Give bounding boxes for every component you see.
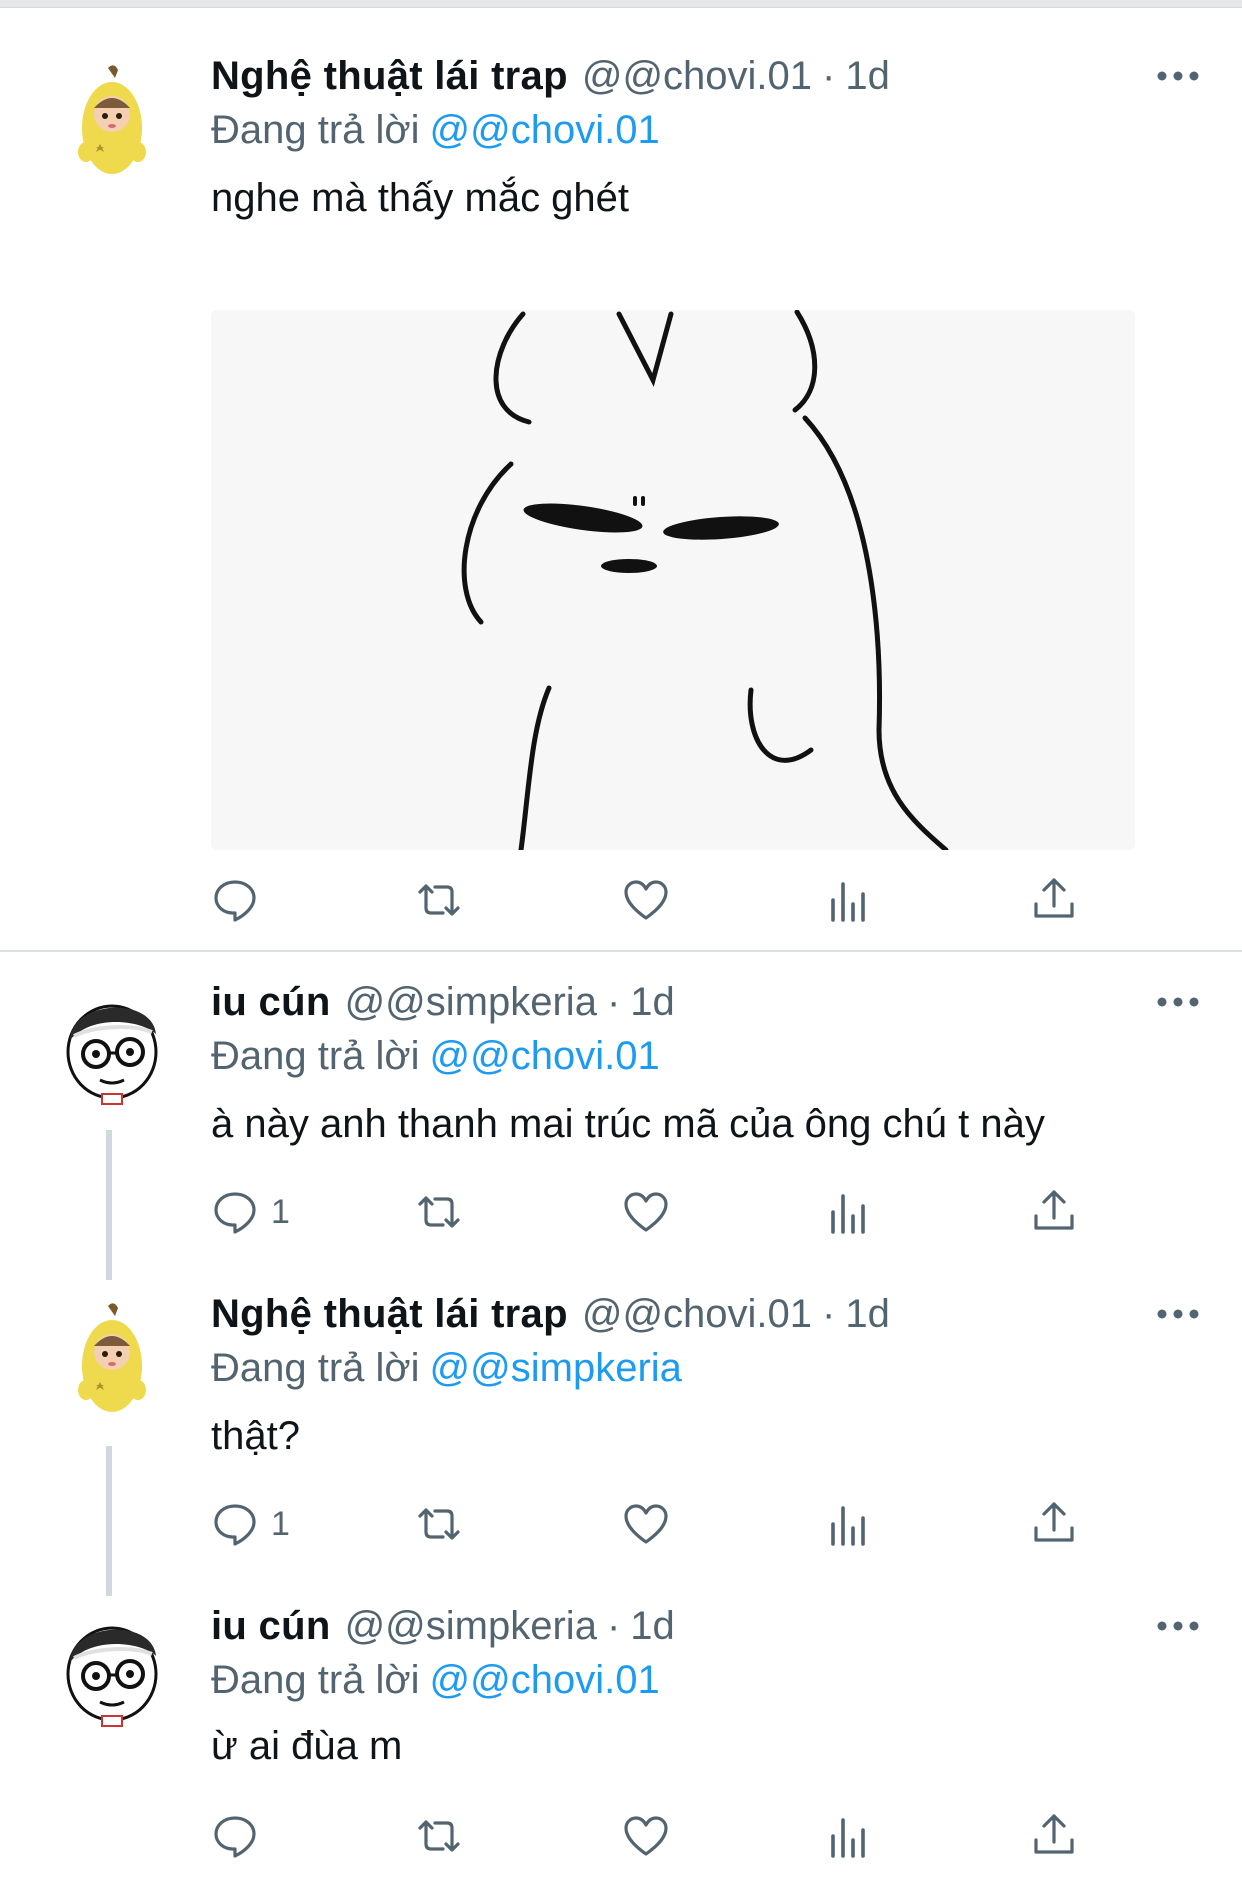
tweet-actions (211, 872, 1111, 928)
tweet-header: Nghệ thuật lái trap @@chovi.01 · 1d (211, 1290, 890, 1338)
user-handle[interactable]: @@simpkeria (345, 980, 597, 1024)
retweet-button[interactable] (415, 1496, 463, 1552)
tweet-text: thật? (211, 1414, 300, 1458)
timestamp[interactable]: 1d (630, 1604, 675, 1648)
replying-to-label: Đang trả lời (211, 1346, 420, 1390)
heart-icon (624, 1816, 668, 1856)
tweet-actions: 1 (211, 1184, 1111, 1240)
mention-link[interactable]: @@chovi.01 (430, 108, 660, 152)
reply-button[interactable]: 1 (211, 1184, 290, 1240)
views-button[interactable] (825, 872, 873, 928)
user-handle[interactable]: @@chovi.01 (582, 54, 812, 98)
heart-icon (624, 1192, 668, 1232)
banana-avatar[interactable] (62, 62, 162, 180)
mention-link[interactable]: @@chovi.01 (430, 1658, 660, 1702)
reply-button[interactable]: 1 (211, 1496, 290, 1552)
thread-connector (106, 1130, 112, 1280)
display-name[interactable]: Nghệ thuật lái trap (211, 54, 568, 98)
tweet-text: à này anh thanh mai trúc mã của ông chú … (211, 1102, 1045, 1146)
like-button[interactable] (622, 1496, 670, 1552)
replying-to-label: Đang trả lời (211, 1034, 420, 1078)
separator-dot: · (822, 1292, 836, 1336)
thread-connector (106, 1446, 112, 1596)
tweet-text: nghe mà thấy mắc ghét (211, 176, 630, 220)
share-button[interactable] (1030, 1808, 1078, 1864)
reply-count: 1 (271, 1192, 290, 1231)
replying-to-label: Đang trả lời (211, 108, 420, 152)
retweet-button[interactable] (415, 1184, 463, 1240)
boy-glasses-avatar[interactable] (62, 990, 162, 1108)
share-button[interactable] (1030, 1496, 1078, 1552)
more-icon[interactable] (1156, 1616, 1200, 1636)
retweet-icon (418, 884, 460, 916)
tweet-header: iu cún @@simpkeria · 1d (211, 978, 675, 1026)
retweet-icon (418, 1196, 460, 1228)
reply-icon (214, 1192, 256, 1234)
display-name[interactable]: iu cún (211, 980, 331, 1024)
boy-glasses-avatar[interactable] (62, 1612, 162, 1730)
share-icon (1034, 1190, 1074, 1230)
tweet-actions (211, 1808, 1111, 1864)
banana-avatar[interactable] (62, 1300, 162, 1418)
share-icon (1034, 1502, 1074, 1542)
reply-icon (214, 880, 256, 922)
share-button[interactable] (1030, 1184, 1078, 1240)
views-icon (831, 1194, 865, 1234)
views-button[interactable] (825, 1496, 873, 1552)
user-handle[interactable]: @@chovi.01 (582, 1292, 812, 1336)
views-icon (831, 882, 865, 922)
user-handle[interactable]: @@simpkeria (345, 1604, 597, 1648)
views-icon (831, 1506, 865, 1546)
reply-icon (214, 1504, 256, 1546)
separator-dot: · (606, 1604, 621, 1648)
replying-to: Đang trả lời @@chovi.01 (211, 106, 660, 154)
replying-to-label: Đang trả lời (211, 1658, 420, 1702)
timestamp[interactable]: 1d (630, 980, 675, 1024)
mention-link[interactable]: @@chovi.01 (430, 1034, 660, 1078)
reply-button[interactable] (211, 1808, 271, 1864)
replying-to: Đang trả lời @@chovi.01 (211, 1032, 660, 1080)
tweet-actions: 1 (211, 1496, 1111, 1552)
tweet-text: ừ ai đùa m (211, 1724, 403, 1768)
retweet-icon (418, 1820, 460, 1852)
reply-icon (214, 1816, 256, 1858)
tweet-header: iu cún @@simpkeria · 1d (211, 1602, 675, 1650)
replying-to: Đang trả lời @@simpkeria (211, 1344, 682, 1392)
share-button[interactable] (1030, 872, 1078, 928)
more-icon[interactable] (1156, 1304, 1200, 1324)
heart-icon (624, 880, 668, 920)
cartoon-bunny-image (461, 310, 949, 850)
separator-dot: · (822, 54, 836, 98)
share-icon (1034, 878, 1074, 918)
timestamp[interactable]: 1d (845, 54, 890, 98)
display-name[interactable]: Nghệ thuật lái trap (211, 1292, 568, 1336)
display-name[interactable]: iu cún (211, 1604, 331, 1648)
top-edge (0, 0, 1242, 8)
timestamp[interactable]: 1d (845, 1292, 890, 1336)
reply-button[interactable] (211, 872, 271, 928)
heart-icon (624, 1504, 668, 1544)
more-icon[interactable] (1156, 66, 1200, 86)
like-button[interactable] (622, 1184, 670, 1240)
tweet-divider (0, 950, 1242, 952)
views-button[interactable] (825, 1808, 873, 1864)
tweet-media-image[interactable] (211, 310, 1135, 850)
like-button[interactable] (622, 872, 670, 928)
reply-count: 1 (271, 1504, 290, 1543)
retweet-button[interactable] (415, 872, 463, 928)
views-icon (831, 1818, 865, 1858)
share-icon (1034, 1814, 1074, 1854)
replying-to: Đang trả lời @@chovi.01 (211, 1656, 660, 1704)
more-icon[interactable] (1156, 992, 1200, 1012)
like-button[interactable] (622, 1808, 670, 1864)
separator-dot: · (606, 980, 621, 1024)
mention-link[interactable]: @@simpkeria (430, 1346, 682, 1390)
tweet-header: Nghệ thuật lái trap @@chovi.01 · 1d (211, 52, 890, 100)
retweet-button[interactable] (415, 1808, 463, 1864)
retweet-icon (418, 1508, 460, 1540)
views-button[interactable] (825, 1184, 873, 1240)
